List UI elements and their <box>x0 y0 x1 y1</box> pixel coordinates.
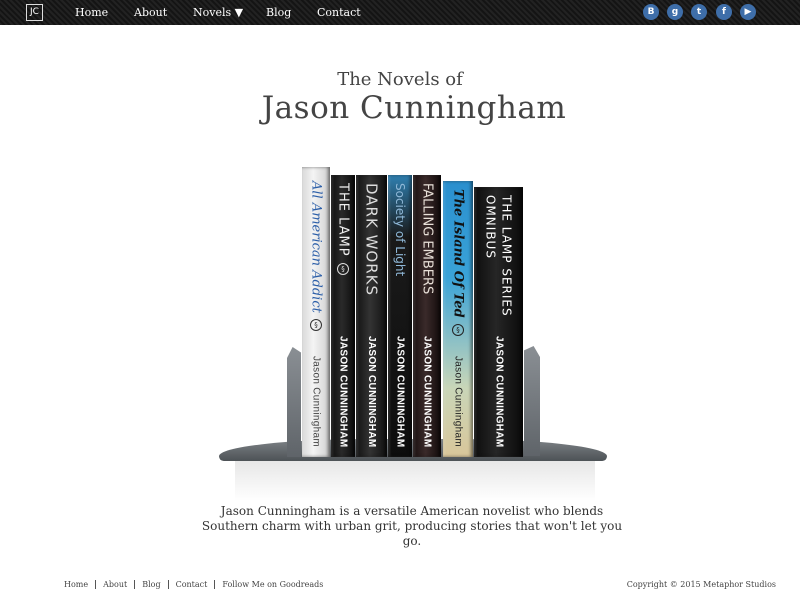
book-dark-works[interactable]: DARK WORKS JASON CUNNINGHAM <box>356 175 387 457</box>
site-logo[interactable]: JC <box>26 4 43 21</box>
book-title: THE LAMP SERIES OMNIBUS <box>483 195 514 317</box>
publisher-logo-icon: § <box>337 262 349 275</box>
page-title: Jason Cunningham <box>261 90 567 126</box>
nav-about[interactable]: About <box>134 0 167 25</box>
book-the-lamp[interactable]: THE LAMP § JASON CUNNINGHAM <box>331 175 355 457</box>
nav-novels-dropdown[interactable]: Novels ▼ <box>193 0 243 25</box>
book-title: DARK WORKS <box>362 183 381 296</box>
book-author: JASON CUNNINGHAM <box>493 335 505 447</box>
blogger-icon[interactable]: B <box>643 4 659 20</box>
book-society-of-light[interactable]: Society of Light JASON CUNNINGHAM <box>388 175 412 457</box>
footer-link-about[interactable]: About <box>95 580 134 589</box>
footer-link-blog[interactable]: Blog <box>134 580 167 589</box>
nav-blog[interactable]: Blog <box>266 0 291 25</box>
nav-contact[interactable]: Contact <box>317 0 361 25</box>
youtube-icon[interactable]: ▶ <box>740 4 756 20</box>
shelf-reflection <box>235 461 595 501</box>
book-author: Jason Cunningham <box>452 356 464 447</box>
book-title: All American Addict <box>308 181 324 313</box>
book-author: Jason Cunningham <box>310 356 322 447</box>
book-author: JASON CUNNINGHAM <box>337 335 349 447</box>
twitter-icon[interactable]: t <box>691 4 707 20</box>
top-nav-bar: JC Home About Novels ▼ Blog Contact B g … <box>0 0 800 25</box>
copyright-notice: Copyright © 2015 Metaphor Studios <box>626 580 776 589</box>
goodreads-icon[interactable]: g <box>667 4 683 20</box>
book-title: Society of Light <box>393 183 407 277</box>
book-falling-embers[interactable]: FALLING EMBERS JASON CUNNINGHAM <box>413 175 441 457</box>
book-title: The Island Of Ted <box>450 189 466 318</box>
bookend-left <box>287 347 301 457</box>
footer-link-contact[interactable]: Contact <box>167 580 215 589</box>
book-all-american-addict[interactable]: All American Addict § Jason Cunningham <box>302 167 330 457</box>
book-author: JASON CUNNINGHAM <box>366 335 377 447</box>
footer-nav: Home About Blog Contact Follow Me on Goo… <box>64 580 330 589</box>
nav-home[interactable]: Home <box>75 0 108 25</box>
page-subtitle: The Novels of <box>337 69 463 90</box>
bookshelf: All American Addict § Jason Cunningham T… <box>215 165 610 505</box>
footer-link-home[interactable]: Home <box>64 580 95 589</box>
book-the-lamp-series-omnibus[interactable]: THE LAMP SERIES OMNIBUS JASON CUNNINGHAM <box>474 187 523 457</box>
book-author: JASON CUNNINGHAM <box>421 335 433 447</box>
publisher-logo-icon: § <box>452 323 464 336</box>
publisher-logo-icon: § <box>310 318 322 331</box>
footer-link-goodreads[interactable]: Follow Me on Goodreads <box>214 580 330 589</box>
book-author: JASON CUNNINGHAM <box>394 335 406 447</box>
book-title: THE LAMP <box>335 183 351 257</box>
book-the-island-of-ted[interactable]: The Island Of Ted § Jason Cunningham <box>443 181 473 457</box>
bookend-right <box>524 346 540 456</box>
facebook-icon[interactable]: f <box>716 4 732 20</box>
book-title: FALLING EMBERS <box>419 183 435 295</box>
author-blurb: Jason Cunningham is a versatile American… <box>201 504 623 548</box>
